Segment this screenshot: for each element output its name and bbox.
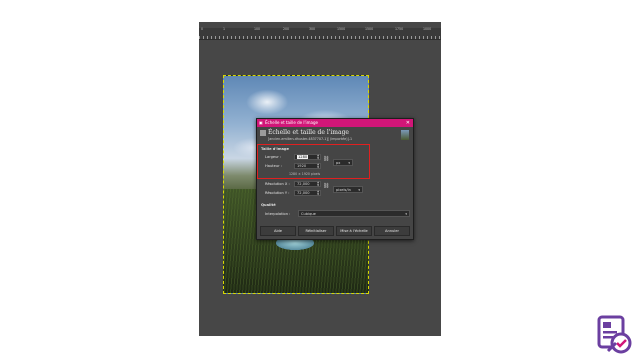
res-unit-select[interactable]: pixels/in ▾ [333, 186, 363, 193]
res-y-label: Résolution Y : [265, 191, 290, 195]
res-x-stepper[interactable]: ▲ ▼ [317, 181, 319, 187]
cancel-button[interactable]: Annuler [374, 226, 410, 236]
res-y-stepper[interactable]: ▲ ▼ [317, 190, 319, 196]
interpolation-select[interactable]: Cubique ▾ [298, 210, 410, 217]
gimp-app-icon: ▣ [259, 120, 263, 125]
unit-select[interactable]: px ▾ [333, 159, 353, 166]
ruler-tick: 1750 [395, 27, 404, 31]
width-value: 1280 [297, 155, 309, 159]
scale-button[interactable]: Mise à l'échelle [336, 226, 372, 236]
width-stepper[interactable]: ▲ ▼ [317, 154, 319, 160]
res-x-input[interactable]: 72,000 ▲ ▼ [294, 181, 321, 187]
scale-icon [260, 130, 266, 136]
width-label: Largeur : [265, 155, 282, 159]
ruler-tick: 1 [223, 27, 226, 31]
ruler-tick: 300 [309, 27, 316, 31]
ruler-tick: 1500 [337, 27, 346, 31]
height-value: 1920 [297, 164, 307, 168]
help-button[interactable]: Aide [260, 226, 296, 236]
ruler-scale [199, 36, 441, 39]
unit-value: px [336, 161, 341, 165]
res-x-label: Résolution X : [265, 182, 290, 186]
height-stepper[interactable]: ▲ ▼ [317, 163, 319, 169]
link-icon[interactable]: ⛓ [323, 183, 329, 195]
dialog-body: Taille d'image Largeur : 1280 ▲ ▼ Hauteur… [257, 119, 415, 241]
res-y-input[interactable]: 72,000 ▲ ▼ [294, 190, 321, 196]
chevron-down-icon: ▾ [358, 188, 360, 192]
horizontal-ruler: 0 1 100 200 300 1500 1500 1750 1000 [199, 27, 441, 40]
res-unit-value: pixels/in [336, 188, 351, 192]
ruler-tick: 1000 [423, 27, 432, 31]
res-x-value: 72,000 [297, 182, 310, 186]
chevron-down-icon: ▾ [405, 212, 407, 216]
reset-button[interactable]: Réinitialiser [298, 226, 334, 236]
ruler-tick: 0 [201, 27, 204, 31]
watermark-logo-icon [597, 315, 632, 354]
height-input[interactable]: 1920 ▲ ▼ [294, 163, 321, 169]
res-y-value: 72,000 [297, 191, 310, 195]
height-label: Hauteur : [265, 164, 282, 168]
interpolation-value: Cubique [301, 212, 316, 216]
pixel-size-text: 1280 × 1920 pixels [289, 172, 321, 176]
section-image-size: Taille d'image [261, 147, 289, 151]
link-icon[interactable]: ⛓ [323, 156, 329, 168]
section-quality: Qualité [261, 203, 276, 207]
chevron-down-icon: ▾ [348, 161, 350, 165]
scale-image-dialog: ▣ Échelle et taille de l'image ✕ Échelle… [256, 118, 414, 240]
ruler-tick: 1500 [365, 27, 374, 31]
interpolation-label: Interpolation : [265, 212, 291, 216]
width-input[interactable]: 1280 ▲ ▼ [294, 154, 321, 160]
ruler-tick: 200 [283, 27, 290, 31]
ruler-tick: 100 [254, 27, 261, 31]
